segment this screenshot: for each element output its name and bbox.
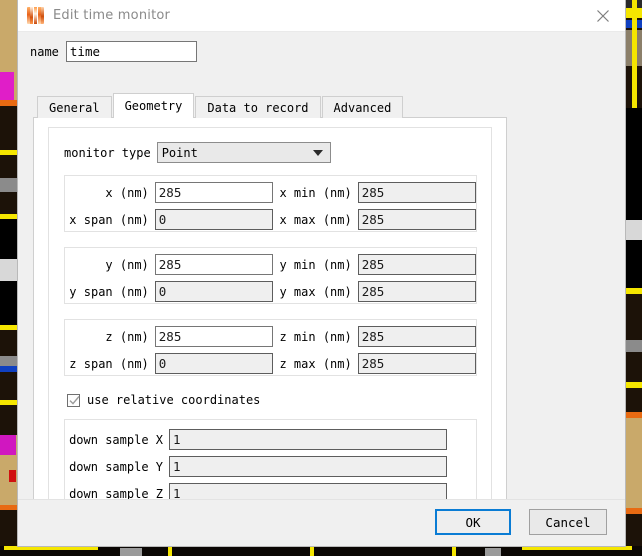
- y-label: y (nm): [105, 257, 149, 272]
- z-min-label: z min (nm): [279, 329, 352, 344]
- down-sample-group: down sample X 1 down sample Y 1 down sam…: [64, 419, 477, 506]
- cancel-button[interactable]: Cancel: [529, 509, 607, 535]
- x-coordinate-group: x (nm) 285 x min (nm) 285 x span (nm) 0 …: [64, 175, 477, 232]
- backdrop-band: [625, 294, 642, 340]
- name-label: name: [30, 44, 59, 59]
- tab-bar: General Geometry Data to record Advanced: [37, 93, 404, 118]
- x-span-input[interactable]: 0: [154, 209, 274, 230]
- backdrop-band: [632, 0, 637, 108]
- x-row: x (nm) 285 x min (nm) 285: [65, 182, 476, 203]
- name-row: name: [30, 41, 197, 62]
- monitor-type-select[interactable]: Point: [156, 142, 331, 163]
- x-label: x (nm): [105, 185, 149, 200]
- backdrop-band: [625, 418, 642, 508]
- y-min-input[interactable]: 285: [357, 254, 476, 275]
- y-span-label: y span (nm): [69, 284, 149, 299]
- backdrop-band: [452, 546, 456, 556]
- backdrop-band: [625, 388, 642, 412]
- backdrop-band: [0, 356, 18, 366]
- y-row: y (nm) 285 y min (nm) 285: [65, 254, 476, 275]
- y-max-input[interactable]: 285: [357, 281, 476, 302]
- x-span-label: x span (nm): [69, 212, 149, 227]
- backdrop-band: [0, 405, 18, 435]
- y-input[interactable]: 285: [154, 254, 274, 275]
- z-input[interactable]: 285: [154, 326, 274, 347]
- backdrop-band: [625, 240, 642, 288]
- app-logo-icon: [27, 7, 44, 24]
- tab-general[interactable]: General: [37, 96, 112, 118]
- monitor-type-label: monitor type: [64, 145, 151, 160]
- x-max-label: x max (nm): [279, 212, 352, 227]
- backdrop-band: [625, 220, 642, 240]
- backdrop-band: [168, 546, 172, 556]
- monitor-type-row: monitor type Point: [64, 142, 331, 163]
- down-sample-x-label: down sample X: [69, 432, 163, 447]
- use-relative-coordinates-row[interactable]: use relative coordinates: [67, 393, 260, 407]
- backdrop-band: [0, 330, 18, 356]
- backdrop-band: [522, 546, 632, 550]
- dialog-body: name General Geometry Data to record Adv…: [18, 32, 625, 546]
- monitor-type-value: Point: [161, 145, 198, 160]
- y-min-label: y min (nm): [279, 257, 352, 272]
- tab-data-to-record[interactable]: Data to record: [195, 96, 321, 118]
- z-row: z (nm) 285 z min (nm) 285: [65, 326, 476, 347]
- z-max-label: z max (nm): [279, 356, 352, 371]
- down-sample-y-row: down sample Y 1: [65, 456, 476, 477]
- use-relative-coordinates-label: use relative coordinates: [87, 393, 261, 407]
- backdrop-band: [625, 340, 642, 352]
- backdrop-band: [0, 178, 18, 192]
- y-max-label: y max (nm): [279, 284, 352, 299]
- z-span-label: z span (nm): [69, 356, 149, 371]
- dialog-titlebar[interactable]: Edit time monitor: [18, 0, 625, 32]
- backdrop-band: [0, 372, 18, 400]
- x-span-row: x span (nm) 0 x max (nm) 285: [65, 209, 476, 230]
- geometry-inner-frame: monitor type Point x (nm) 285 x min (nm)…: [48, 127, 492, 512]
- name-input[interactable]: [65, 41, 197, 62]
- x-input[interactable]: 285: [154, 182, 274, 203]
- tab-geometry[interactable]: Geometry: [112, 93, 195, 118]
- backdrop-band: [0, 72, 14, 100]
- down-sample-y-label: down sample Y: [69, 459, 163, 474]
- ok-button[interactable]: OK: [435, 509, 511, 535]
- close-icon[interactable]: [581, 0, 625, 31]
- down-sample-y-input[interactable]: 1: [169, 456, 447, 477]
- z-min-input[interactable]: 285: [357, 326, 476, 347]
- z-span-row: z span (nm) 0 z max (nm) 285: [65, 353, 476, 374]
- use-relative-coordinates-checkbox[interactable]: [67, 393, 80, 407]
- edit-time-monitor-dialog: Edit time monitor name General Geometry …: [18, 0, 625, 546]
- dialog-footer: OK Cancel: [18, 499, 625, 546]
- y-coordinate-group: y (nm) 285 y min (nm) 285 y span (nm) 0 …: [64, 247, 477, 304]
- backdrop-band: [625, 108, 642, 220]
- backdrop-band: [9, 470, 16, 482]
- backdrop-band: [310, 546, 314, 556]
- x-min-input[interactable]: 285: [357, 182, 476, 203]
- x-min-label: x min (nm): [279, 185, 352, 200]
- z-span-input[interactable]: 0: [154, 353, 274, 374]
- y-span-input[interactable]: 0: [154, 281, 274, 302]
- geometry-tab-panel: monitor type Point x (nm) 285 x min (nm)…: [33, 117, 507, 528]
- y-span-row: y span (nm) 0 y max (nm) 285: [65, 281, 476, 302]
- chevron-down-icon: [312, 149, 323, 156]
- z-label: z (nm): [105, 329, 149, 344]
- backdrop-band: [0, 150, 18, 155]
- down-sample-x-row: down sample X 1: [65, 429, 476, 450]
- down-sample-x-input[interactable]: 1: [169, 429, 447, 450]
- checkmark-icon: [69, 395, 80, 405]
- backdrop-band: [120, 548, 142, 556]
- backdrop-band: [485, 548, 501, 556]
- backdrop-band: [625, 352, 642, 382]
- x-max-input[interactable]: 285: [357, 209, 476, 230]
- backdrop-band: [0, 259, 18, 281]
- backdrop-band: [0, 219, 18, 259]
- dialog-title: Edit time monitor: [53, 8, 171, 23]
- z-coordinate-group: z (nm) 285 z min (nm) 285 z span (nm) 0 …: [64, 319, 477, 376]
- backdrop-band: [0, 281, 18, 325]
- z-max-input[interactable]: 285: [357, 353, 476, 374]
- tab-advanced[interactable]: Advanced: [321, 96, 404, 118]
- backdrop-band: [4, 546, 98, 550]
